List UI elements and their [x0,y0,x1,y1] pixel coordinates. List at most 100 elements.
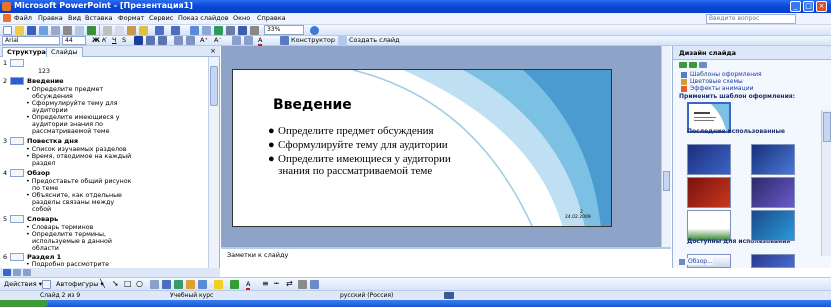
bullets-icon[interactable] [186,36,195,45]
line-color-icon[interactable] [230,280,239,289]
font-color-icon[interactable]: A [246,280,251,290]
slide-bullet-cont[interactable]: знания по рассматриваемой теме [278,165,432,177]
arrow-icon[interactable]: ➘ [112,279,119,288]
help-search-input[interactable]: Введите вопрос [706,14,796,24]
forward-icon[interactable] [689,62,697,68]
template-thumb[interactable] [751,254,795,268]
italic-button[interactable]: К [102,36,107,44]
save-icon[interactable] [27,26,36,35]
template-thumb[interactable] [751,144,795,175]
designer-button[interactable]: Конструктор [291,36,335,44]
align-right-icon[interactable] [158,36,167,45]
oval-icon[interactable]: ○ [136,279,143,288]
outline-slide-6[interactable]: 6 Раздел 1 [3,253,61,261]
table-icon[interactable] [202,26,211,35]
picture-icon[interactable] [226,26,235,35]
template-thumb[interactable] [687,177,731,208]
maximize-button[interactable]: □ [803,1,814,12]
menu-help[interactable]: Справка [257,14,286,22]
home-icon[interactable] [699,62,707,68]
menu-tools[interactable]: Сервис [149,14,173,22]
dash-style-icon[interactable]: ┅ [274,279,279,288]
spelling-icon[interactable] [87,26,96,35]
pane-close-icon[interactable]: × [210,47,216,55]
template-thumb[interactable] [687,144,731,175]
tab-slides[interactable]: Слайды [46,47,83,57]
align-center-icon[interactable] [146,36,155,45]
print-icon[interactable] [63,26,72,35]
task-pane-title[interactable]: Дизайн слайда [679,49,736,57]
scroll-thumb[interactable] [663,171,670,191]
numbering-icon[interactable] [174,36,183,45]
menu-window[interactable]: Окно [233,14,250,22]
tables-borders-icon[interactable] [214,26,223,35]
fill-color-icon[interactable] [214,280,223,289]
slide-scrollbar[interactable] [661,46,671,247]
open-icon[interactable] [15,26,24,35]
menu-insert[interactable]: Вставка [85,14,113,22]
diagram-icon[interactable] [174,280,183,289]
design-templates-link[interactable]: Шаблоны оформления [681,71,762,78]
tab-outline[interactable]: Структура [2,47,51,57]
outline-slide-3[interactable]: 3 Повестка дня [3,137,78,145]
rectangle-icon[interactable]: □ [124,279,132,288]
task-pane-scrollbar[interactable] [821,110,831,256]
outline-slide-2[interactable]: 2 Введение [3,77,64,85]
outline-slide-1[interactable]: 1 [3,59,27,67]
help-icon[interactable] [310,26,319,35]
font-name-select[interactable]: Arial [2,36,60,45]
decrease-indent-icon[interactable] [232,36,241,45]
permission-icon[interactable] [39,26,48,35]
undo-icon[interactable] [155,26,164,35]
underline-button[interactable]: Ч [112,36,116,44]
slide-title[interactable]: Введение [273,97,352,113]
menu-view[interactable]: Вид [68,14,81,22]
outline-slide-4[interactable]: 4 Обзор [3,169,50,177]
align-left-icon[interactable] [134,36,143,45]
scroll-thumb[interactable] [823,112,831,142]
new-icon[interactable] [3,26,12,35]
increase-indent-icon[interactable] [244,36,253,45]
wordart-icon[interactable] [162,280,171,289]
line-style-icon[interactable]: ≡ [262,279,269,288]
bold-button[interactable]: Ж [92,36,100,44]
browse-link[interactable]: Обзор... [679,258,713,265]
slide-bullet[interactable]: ● Сформулируйте тему для аудитории [268,139,448,151]
menu-format[interactable]: Формат [118,14,144,22]
clipart-icon[interactable] [186,280,195,289]
textbox-icon[interactable] [150,280,159,289]
actions-menu[interactable]: Действия ▾ [4,280,42,288]
animation-effects-link[interactable]: Эффекты анимации [681,85,754,92]
scroll-thumb[interactable] [210,66,218,106]
grayscale-icon[interactable] [250,26,259,35]
sorter-view-icon[interactable] [13,269,21,276]
chart-icon[interactable] [190,26,199,35]
new-slide-icon[interactable] [338,36,347,45]
select-arrow-icon[interactable] [42,280,51,289]
zoom-select[interactable]: 33% [264,25,304,35]
template-thumb[interactable] [751,210,795,241]
cut-icon[interactable] [103,26,112,35]
outline-slide-5[interactable]: 5 Словарь [3,215,58,223]
copy-icon[interactable] [115,26,124,35]
line-icon[interactable]: ╲ [100,279,105,288]
font-size-select[interactable]: 44 [62,36,86,45]
start-button[interactable] [0,300,48,307]
close-button[interactable]: × [816,1,827,12]
expand-icon[interactable] [238,26,247,35]
back-icon[interactable] [679,62,687,68]
notes-pane[interactable]: Заметки к слайду [221,247,671,268]
3d-icon[interactable] [310,280,319,289]
insert-picture-icon[interactable] [198,280,207,289]
slide-bullet[interactable]: ● Определите предмет обсуждения [268,125,434,137]
shadow-button[interactable]: S [122,36,126,44]
menu-slideshow[interactable]: Показ слайдов [178,14,229,22]
autoshapes-menu[interactable]: Автофигуры ▾ [56,280,104,288]
slide-canvas[interactable]: Введение ● Определите предмет обсуждения … [232,69,612,227]
normal-view-icon[interactable] [3,269,11,276]
increase-font-button[interactable]: A⁺ [200,36,208,44]
font-color-button[interactable]: A [258,36,263,46]
new-slide-button[interactable]: Создать слайд [349,36,400,44]
decrease-font-button[interactable]: A⁻ [214,36,222,44]
outline-body[interactable]: 1 123 2 Введение • Определите предмет обс… [0,57,208,268]
